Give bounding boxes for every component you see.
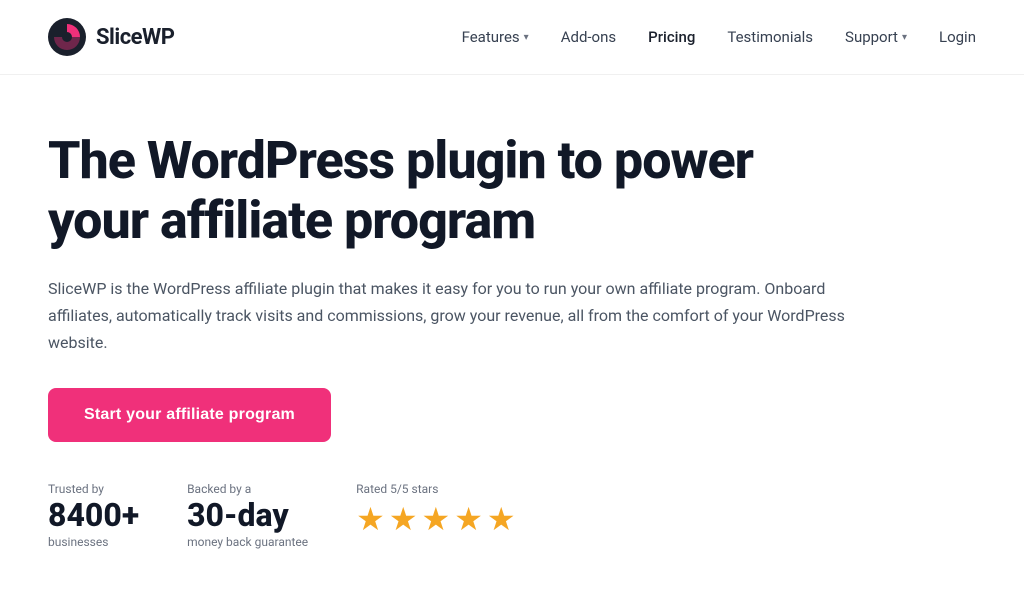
logo-icon: [48, 18, 86, 56]
trusted-badge: Trusted by 8400+ businesses: [48, 482, 139, 549]
backed-badge: Backed by a 30-day money back guarantee: [187, 482, 308, 549]
nav-support[interactable]: Support ▾: [845, 28, 907, 46]
star-5: ★: [487, 500, 516, 538]
trusted-value: 8400+: [48, 498, 139, 533]
nav-addons[interactable]: Add-ons: [561, 28, 616, 46]
features-chevron-icon: ▾: [524, 32, 529, 43]
trusted-sub: businesses: [48, 535, 139, 549]
star-2: ★: [389, 500, 418, 538]
logo-text: SliceWP: [96, 25, 174, 50]
hero-description: SliceWP is the WordPress affiliate plugi…: [48, 275, 852, 357]
main-nav: Features ▾ Add-ons Pricing Testimonials …: [462, 28, 976, 46]
trust-badges: Trusted by 8400+ businesses Backed by a …: [48, 482, 852, 549]
stars-badge: Rated 5/5 stars ★ ★ ★ ★ ★: [356, 482, 515, 538]
nav-features[interactable]: Features ▾: [462, 28, 529, 46]
star-1: ★: [356, 500, 385, 538]
nav-testimonials[interactable]: Testimonials: [727, 28, 813, 46]
nav-login[interactable]: Login: [939, 28, 976, 46]
support-chevron-icon: ▾: [902, 32, 907, 43]
logo-area: SliceWP: [48, 18, 174, 56]
backed-value: 30-day: [187, 498, 308, 533]
hero-section: The WordPress plugin to power your affil…: [0, 75, 900, 589]
star-3: ★: [422, 500, 451, 538]
nav-pricing[interactable]: Pricing: [648, 28, 695, 46]
rated-label: Rated 5/5 stars: [356, 482, 515, 496]
trusted-label: Trusted by: [48, 482, 139, 496]
backed-label: Backed by a: [187, 482, 308, 496]
star-4: ★: [454, 500, 483, 538]
hero-title: The WordPress plugin to power your affil…: [48, 131, 852, 251]
backed-sub: money back guarantee: [187, 535, 308, 549]
stars-row: ★ ★ ★ ★ ★: [356, 500, 515, 538]
site-header: SliceWP Features ▾ Add-ons Pricing Testi…: [0, 0, 1024, 75]
cta-button[interactable]: Start your affiliate program: [48, 388, 331, 442]
